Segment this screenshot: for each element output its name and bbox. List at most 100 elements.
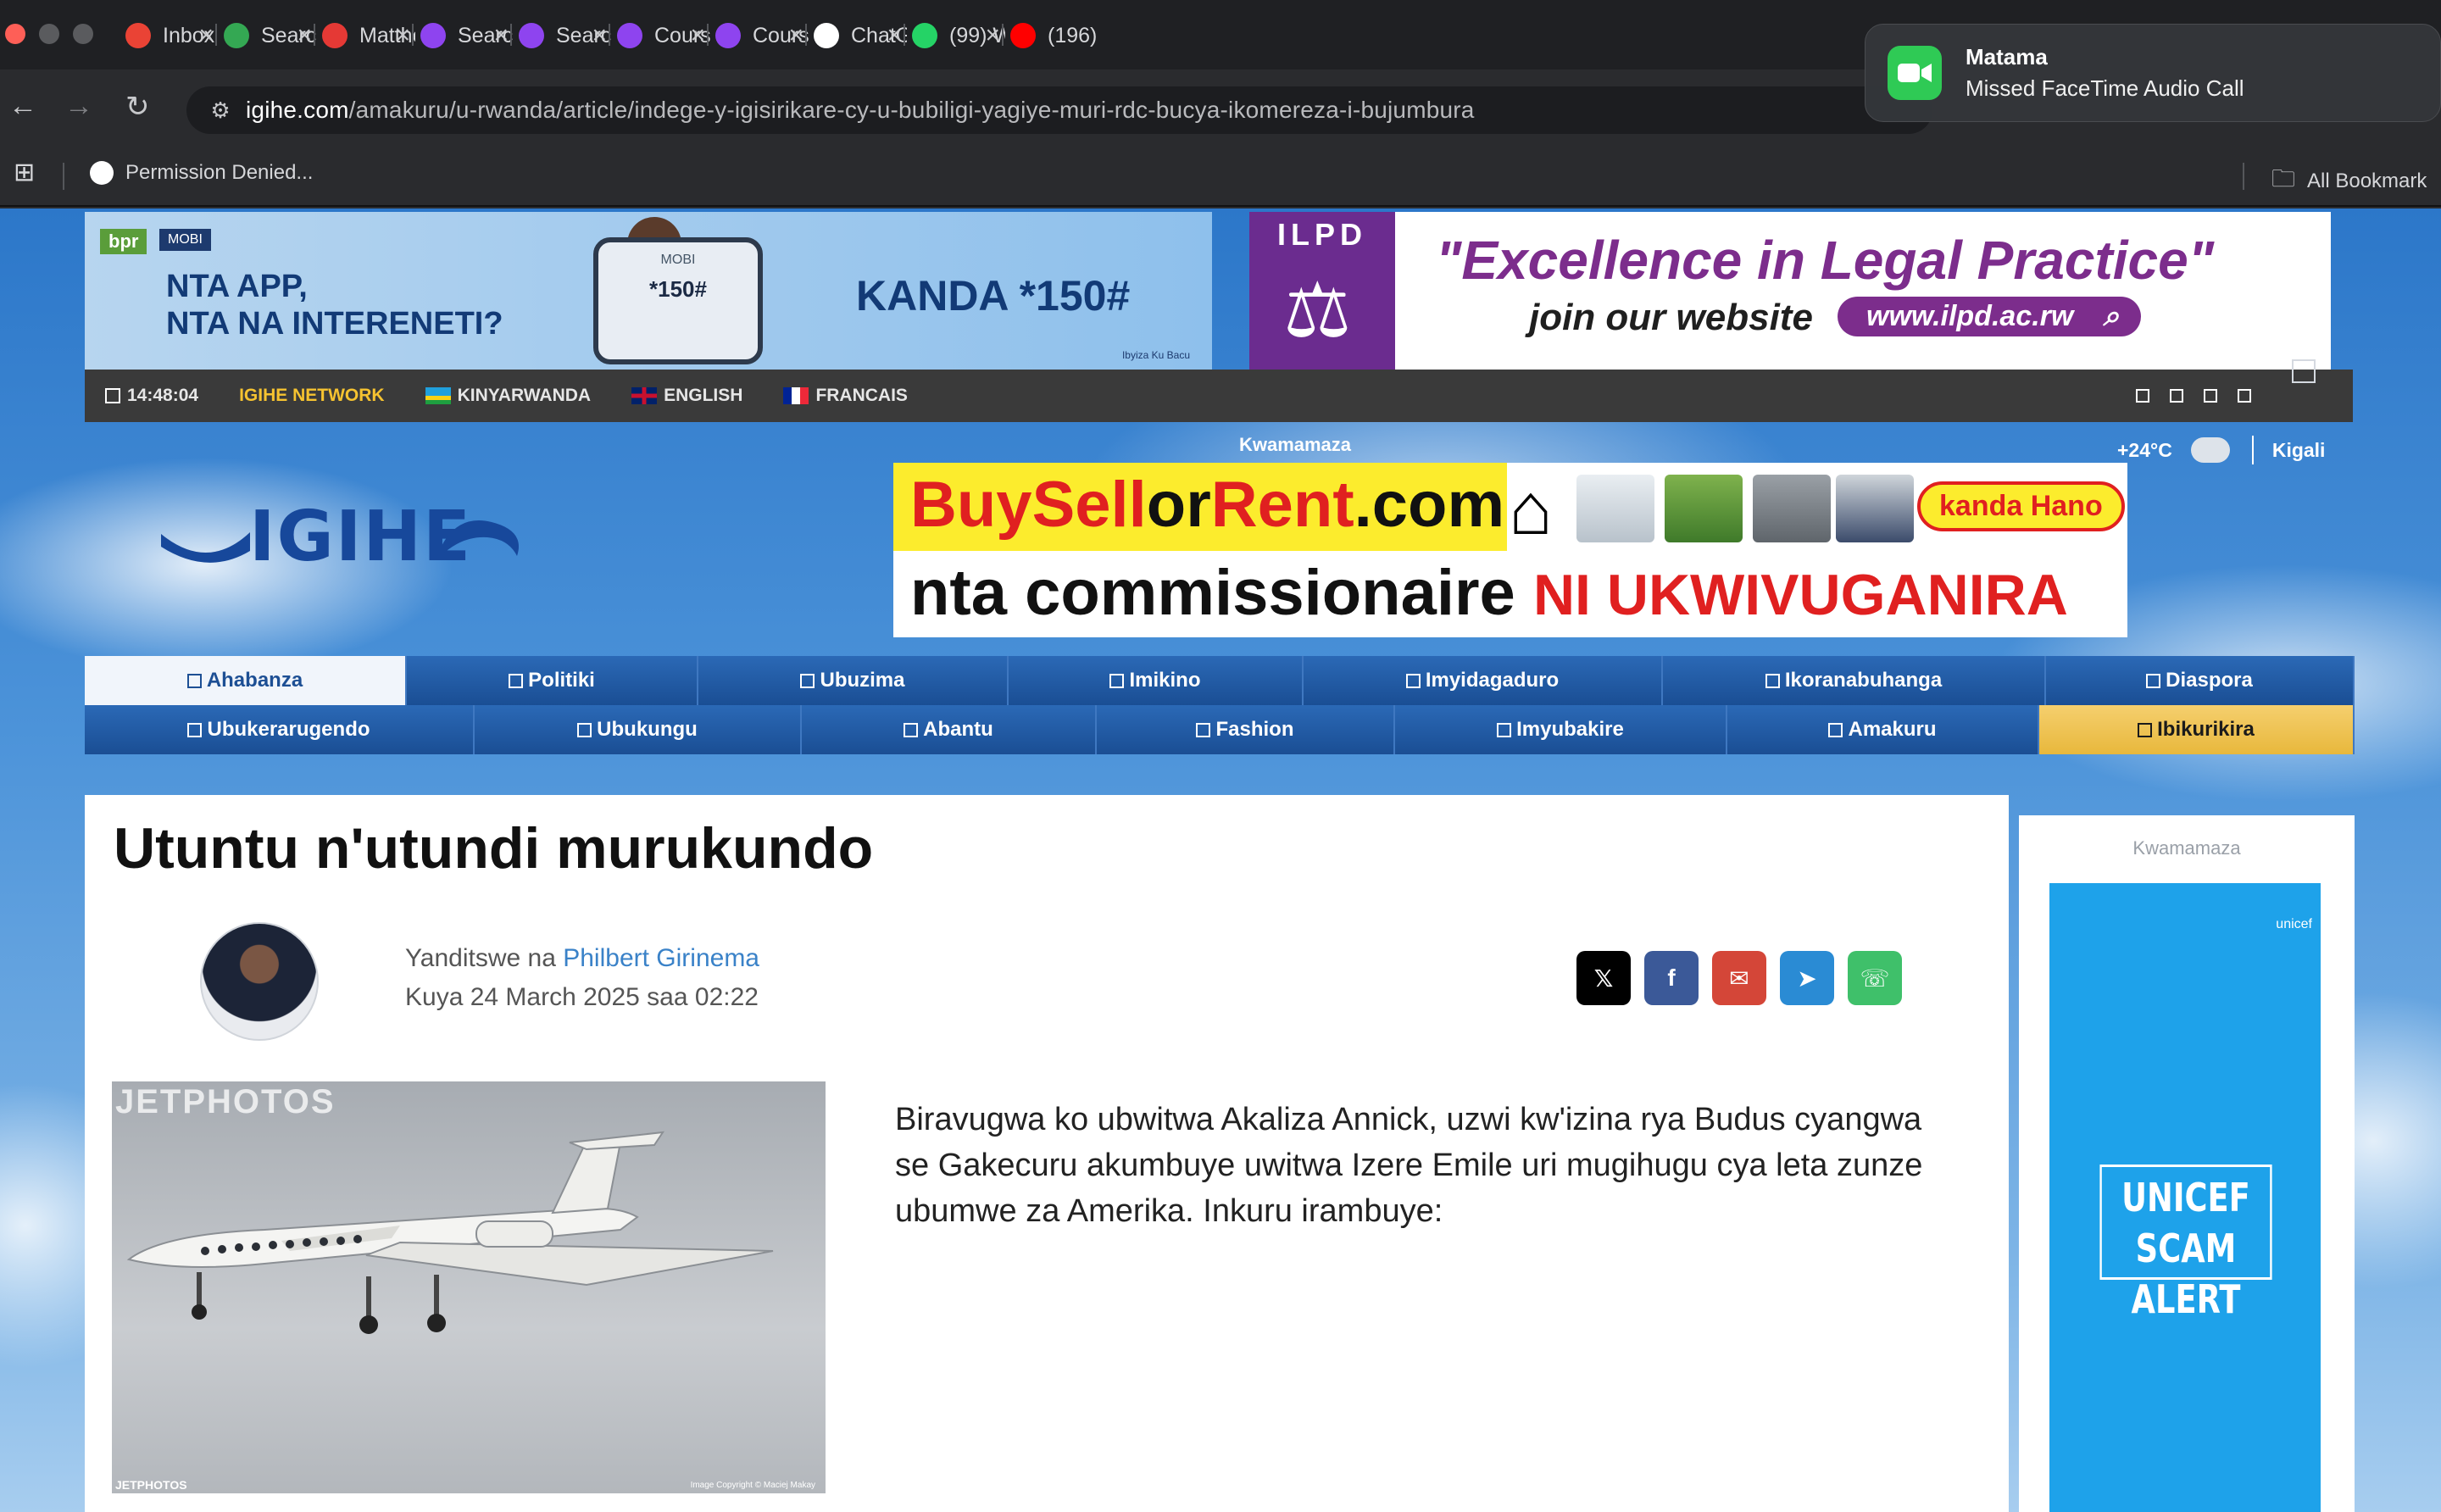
browser-tab[interactable]: Matthe× — [322, 12, 420, 59]
nav-bullet-icon — [800, 673, 815, 688]
bpr-advert[interactable]: bpr MOBI NTA APP, NTA NA INTERENETI? MOB… — [85, 212, 1212, 370]
ilpd-join: join our website — [1529, 297, 1813, 338]
share-email-button[interactable]: ✉ — [1712, 951, 1766, 1005]
uk-flag-icon — [631, 387, 658, 404]
nav-item-ahabanza[interactable]: Ahabanza — [85, 656, 407, 705]
reload-icon[interactable]: ↻ — [125, 90, 150, 124]
bookmark-label: Permission Denied... — [125, 161, 314, 184]
nav-item-ubukungu[interactable]: Ubukungu — [475, 705, 802, 754]
social-icon-1[interactable] — [2136, 389, 2149, 403]
browser-tab[interactable]: (196) — [1010, 12, 1109, 59]
address-bar[interactable]: ⚙ igihe.com/amakuru/u-rwanda/article/ind… — [186, 86, 1932, 134]
scales-icon: ⚖ — [1283, 269, 1352, 353]
nav-item-ubuzima[interactable]: Ubuzima — [698, 656, 1009, 705]
nav-item-label: Imikino — [1129, 669, 1201, 692]
unicef-logo: unicef — [2276, 917, 2312, 931]
close-window-button[interactable] — [5, 24, 25, 44]
minimize-window-button[interactable] — [39, 24, 59, 44]
tab-separator — [510, 24, 512, 46]
nav-item-ikoranabuhanga[interactable]: Ikoranabuhanga — [1663, 656, 2046, 705]
forward-icon[interactable]: → — [64, 90, 93, 123]
site-settings-icon[interactable]: ⚙ — [195, 97, 246, 124]
byline-prefix: Yanditswe na — [405, 944, 564, 972]
bookmark-permission-denied[interactable]: Permission Denied... — [90, 161, 313, 185]
facetime-notification[interactable]: Matama Missed FaceTime Audio Call — [1865, 24, 2441, 122]
nav-item-imyubakire[interactable]: Imyubakire — [1395, 705, 1727, 754]
ilpd-advert[interactable]: ILPD ⚖ "Excellence in Legal Practice" jo… — [1249, 212, 2331, 370]
author-link[interactable]: Philbert Girinema — [563, 944, 759, 972]
share-x-button[interactable]: 𝕏 — [1576, 951, 1631, 1005]
back-icon[interactable]: ← — [8, 90, 37, 123]
nav-item-ibikurikira[interactable]: Ibikurikira — [2039, 705, 2355, 754]
browser-tab[interactable]: Search× — [519, 12, 617, 59]
browser-tab[interactable]: ChatG × — [814, 12, 912, 59]
url-text[interactable]: igihe.com/amakuru/u-rwanda/article/indeg… — [246, 97, 1475, 124]
nav-item-label: Imyubakire — [1516, 718, 1624, 741]
sidebar-advert: Kwamamaza unicef UNICEF SCAM ALERT — [2019, 815, 2355, 1512]
nav-item-ubukerarugendo[interactable]: Ubukerarugendo — [85, 705, 475, 754]
article-date: Kuya 24 March 2025 saa 02:22 — [405, 983, 759, 1011]
house-icon: ⌂ — [1509, 469, 1553, 550]
close-tab-icon[interactable]: × — [788, 21, 803, 50]
photo-copyright: Image Copyright © Maciej Makay — [690, 1481, 815, 1490]
close-tab-icon[interactable]: × — [887, 21, 902, 50]
lang-kinyarwanda[interactable]: KINYARWANDA — [425, 386, 591, 406]
search-icon: ⌕ — [2103, 300, 2120, 332]
main-navigation: Ahabanza Politiki Ubuzima Imikino Imyidagadu… — [85, 656, 2355, 754]
close-tab-icon[interactable]: × — [690, 21, 705, 50]
ilpd-website-pill: www.ilpd.ac.rw ⌕ — [1838, 297, 2142, 336]
nav-item-amakuru[interactable]: Amakuru — [1727, 705, 2039, 754]
close-tab-icon[interactable]: × — [592, 21, 607, 50]
browser-tab[interactable]: Search× — [420, 12, 519, 59]
nav-bullet-icon — [1109, 673, 1125, 688]
social-icon-3[interactable] — [2204, 389, 2217, 403]
share-whatsapp-button[interactable]: ☏ — [1848, 951, 1902, 1005]
close-tab-icon[interactable]: × — [985, 21, 1000, 50]
phone-top-label: MOBI — [660, 253, 696, 267]
all-bookmarks-button[interactable]: 🗀 All Bookmark — [2271, 161, 2427, 202]
close-tab-icon[interactable]: × — [198, 21, 214, 50]
buysellorrent-advert[interactable]: BuySellorRent.com ⌂ kanda Hano nta commi… — [893, 463, 2127, 637]
nav-item-imyidagaduro[interactable]: Imyidagaduro — [1304, 656, 1663, 705]
browser-tab[interactable]: Search× — [224, 12, 322, 59]
share-facebook-button[interactable]: f — [1644, 951, 1699, 1005]
nav-item-politiki[interactable]: Politiki — [407, 656, 698, 705]
share-telegram-button[interactable]: ➤ — [1780, 951, 1834, 1005]
lang-francais[interactable]: FRANCAIS — [783, 386, 908, 406]
unicef-advert[interactable]: unicef UNICEF SCAM ALERT — [2049, 883, 2321, 1512]
nav-item-label: Imyidagaduro — [1425, 669, 1560, 692]
nav-item-fashion[interactable]: Fashion — [1097, 705, 1395, 754]
nav-item-imikino[interactable]: Imikino — [1009, 656, 1304, 705]
browser-tab[interactable]: Course× — [617, 12, 715, 59]
igihe-logo[interactable]: IGIHE — [161, 497, 534, 577]
bookmark-divider-right — [2243, 163, 2244, 190]
social-icon-2[interactable] — [2170, 389, 2183, 403]
browser-tab[interactable]: Inbox × — [125, 12, 224, 59]
article-body: Biravugwa ko ubwitwa Akaliza Annick, uzw… — [895, 1102, 1923, 1229]
close-tab-icon[interactable]: × — [395, 21, 410, 50]
lang-english[interactable]: ENGLISH — [631, 386, 742, 406]
folder-icon: 🗀 — [2271, 165, 2296, 192]
close-tab-icon[interactable]: × — [493, 21, 509, 50]
nav-item-abantu[interactable]: Abantu — [802, 705, 1097, 754]
jet-aircraft-image — [126, 1131, 774, 1334]
site-top-bar: 14:48:04 IGIHE NETWORK KINYARWANDA ENGLI… — [85, 370, 2353, 422]
nav-item-diaspora[interactable]: Diaspora — [2046, 656, 2355, 705]
web-page: bpr MOBI NTA APP, NTA NA INTERENETI? MOB… — [0, 208, 2441, 1512]
whatsapp-icon: ☏ — [1860, 964, 1890, 992]
ad-close-icon[interactable] — [2292, 359, 2316, 383]
igihe-network-link[interactable]: IGIHE NETWORK — [239, 386, 385, 406]
nav-bullet-icon — [1405, 673, 1421, 688]
apps-grid-icon[interactable]: ⊞ — [14, 158, 35, 187]
social-icons — [2136, 389, 2251, 403]
article-photo[interactable]: JETPHOTOS JETPHOTOS Image Copyright © Ma… — [112, 1081, 826, 1493]
social-icon-4[interactable] — [2238, 389, 2251, 403]
zoom-window-button[interactable] — [73, 24, 93, 44]
author-avatar[interactable] — [200, 922, 319, 1041]
browser-tab[interactable]: (99) W × — [912, 12, 1010, 59]
nav-bullet-icon — [1497, 722, 1512, 737]
close-tab-icon[interactable]: × — [297, 21, 312, 50]
browser-tab[interactable]: Course× — [715, 12, 814, 59]
nav-item-label: Ahabanza — [206, 669, 303, 692]
nav-row-1: Ahabanza Politiki Ubuzima Imikino Imyidagadu… — [85, 656, 2355, 705]
